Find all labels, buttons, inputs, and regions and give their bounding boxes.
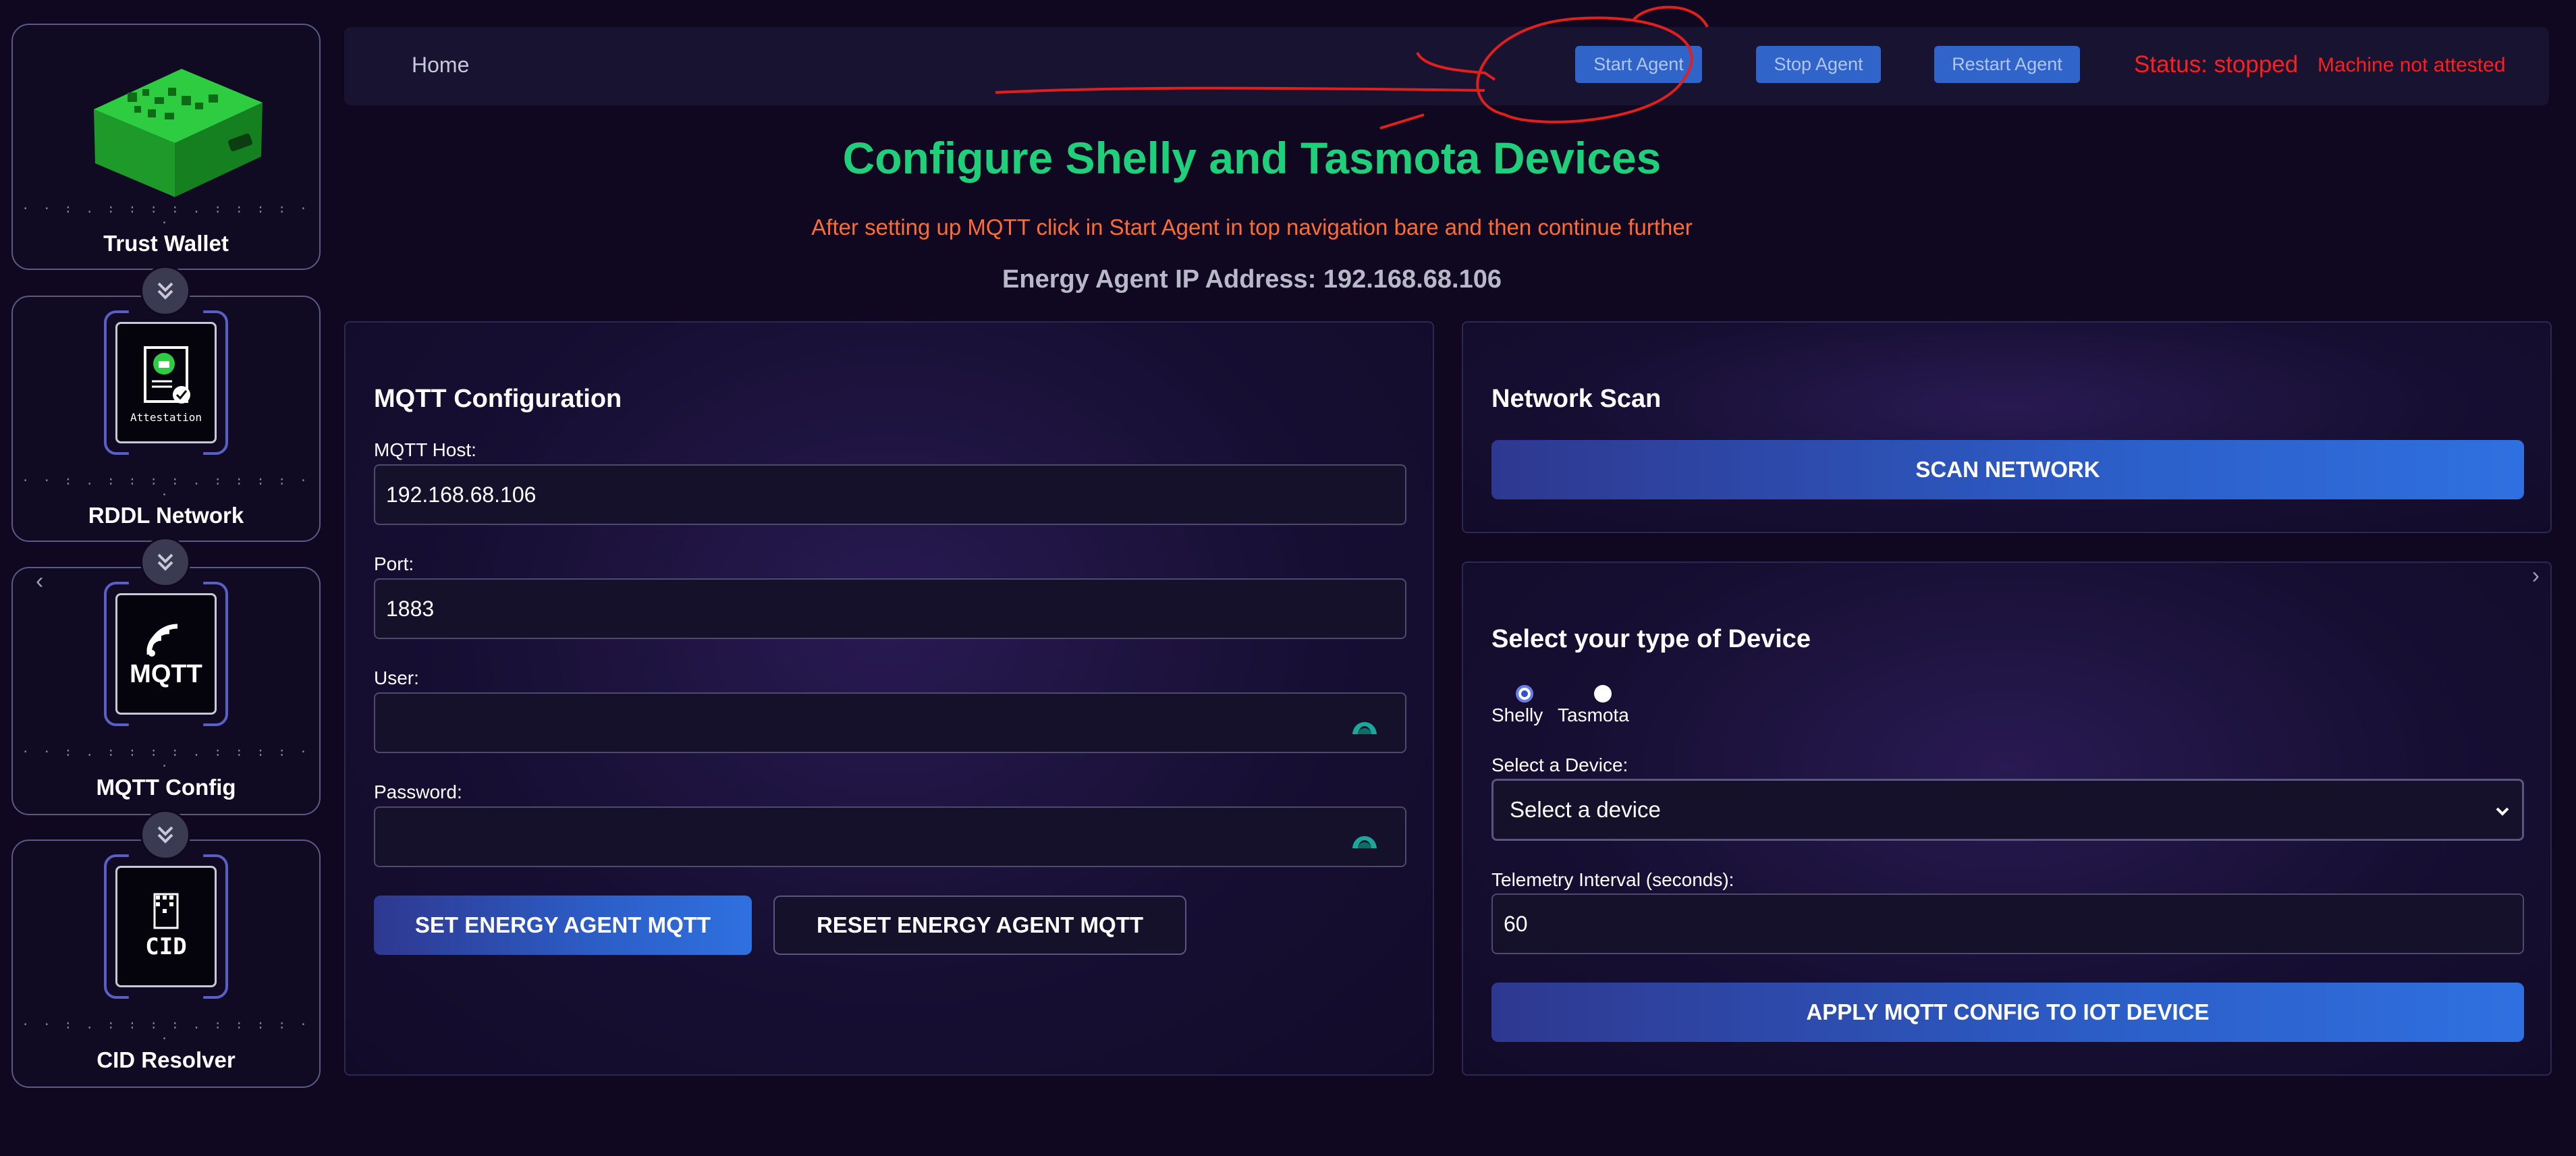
chevron-down-icon[interactable] <box>140 537 190 587</box>
device-type-title: Select your type of Device <box>1491 625 1811 653</box>
shelly-radio-label: Shelly <box>1491 705 1543 725</box>
decorative-dots: · · : . : : : : . : : : : · · <box>22 474 310 502</box>
mqtt-icon-label: MQTT <box>130 659 202 688</box>
agent-ip-address: Energy Agent IP Address: 192.168.68.106 <box>1002 265 1502 294</box>
sidebar-item-rddl-network[interactable]: Attestation · · : . : : : : . : : : : · … <box>11 296 321 542</box>
mqtt-panel-title: MQTT Configuration <box>374 385 622 413</box>
stop-agent-button[interactable]: Stop Agent <box>1756 46 1881 83</box>
decorative-dots: · · : . : : : : . : : : : · · <box>22 745 310 773</box>
sidebar-item-label: MQTT Config <box>96 775 236 800</box>
apply-mqtt-config-button[interactable]: APPLY MQTT CONFIG TO IOT DEVICE <box>1491 983 2524 1042</box>
port-label: Port: <box>374 553 414 574</box>
restart-agent-button[interactable]: Restart Agent <box>1934 46 2080 83</box>
mqtt-icon: MQTT <box>115 593 217 715</box>
cid-icon-label: CID <box>145 933 187 960</box>
telemetry-interval-input[interactable]: 60 <box>1491 893 2524 954</box>
chevron-down-icon <box>2496 807 2509 816</box>
password-input[interactable] <box>374 806 1406 867</box>
mqtt-host-label: MQTT Host: <box>374 439 476 460</box>
sidebar-item-label: RDDL Network <box>88 503 244 528</box>
sidebar-item-mqtt-config[interactable]: ‹ MQTT · · : . : : : : . : : : : · · MQT… <box>11 567 321 815</box>
select-device-label: Select a Device: <box>1491 754 1628 775</box>
tasmota-radio[interactable] <box>1594 685 1612 703</box>
page-title: Configure Shelly and Tasmota Devices <box>842 133 1662 183</box>
sidebar-item-label: CID Resolver <box>97 1047 236 1072</box>
scan-network-button[interactable]: SCAN NETWORK <box>1491 440 2524 499</box>
chevron-left-icon[interactable]: ‹ <box>36 568 43 595</box>
attestation-icon: Attestation <box>115 322 217 443</box>
network-scan-title: Network Scan <box>1491 385 1662 413</box>
attestation-icon-label: Attestation <box>130 410 202 424</box>
device-configuration-panel: › Select your type of Device Shelly Tasm… <box>1462 561 2552 1076</box>
mqtt-configuration-panel: MQTT Configuration MQTT Host: 192.168.68… <box>344 321 1434 1076</box>
password-manager-icon[interactable] <box>1350 711 1379 736</box>
password-manager-icon[interactable] <box>1350 825 1379 850</box>
telemetry-interval-label: Telemetry Interval (seconds): <box>1491 869 1734 890</box>
chevron-right-icon[interactable]: › <box>2532 563 2540 589</box>
decorative-dots: · · : . : : : : . : : : : · · <box>22 1018 310 1046</box>
shelly-radio[interactable] <box>1516 685 1533 703</box>
device-select[interactable]: Select a device <box>1491 779 2524 841</box>
reset-energy-agent-mqtt-button[interactable]: RESET ENERGY AGENT MQTT <box>773 896 1186 955</box>
agent-status-text: Status: stopped <box>2134 51 2299 78</box>
network-scan-panel: Network Scan SCAN NETWORK <box>1462 321 2552 533</box>
red-annotation-arrow <box>995 5 1709 130</box>
tasmota-radio-label: Tasmota <box>1558 705 1629 725</box>
chevron-down-icon[interactable] <box>140 266 190 316</box>
cid-icon: CID <box>115 866 217 987</box>
sidebar-item-cid-resolver[interactable]: CID · · : . : : : : . : : : : · · CID Re… <box>11 840 321 1088</box>
password-label: Password: <box>374 781 462 802</box>
user-label: User: <box>374 667 419 688</box>
mqtt-host-input[interactable]: 192.168.68.106 <box>374 464 1406 525</box>
port-input[interactable]: 1883 <box>374 578 1406 639</box>
set-energy-agent-mqtt-button[interactable]: SET ENERGY AGENT MQTT <box>374 896 752 955</box>
attestation-status-text: Machine not attested <box>2318 54 2506 76</box>
instruction-text: After setting up MQTT click in Start Age… <box>811 215 1693 240</box>
device-select-value: Select a device <box>1510 797 1661 822</box>
nav-home-link[interactable]: Home <box>412 53 469 78</box>
user-input[interactable] <box>374 692 1406 753</box>
chevron-down-icon[interactable] <box>140 810 190 860</box>
